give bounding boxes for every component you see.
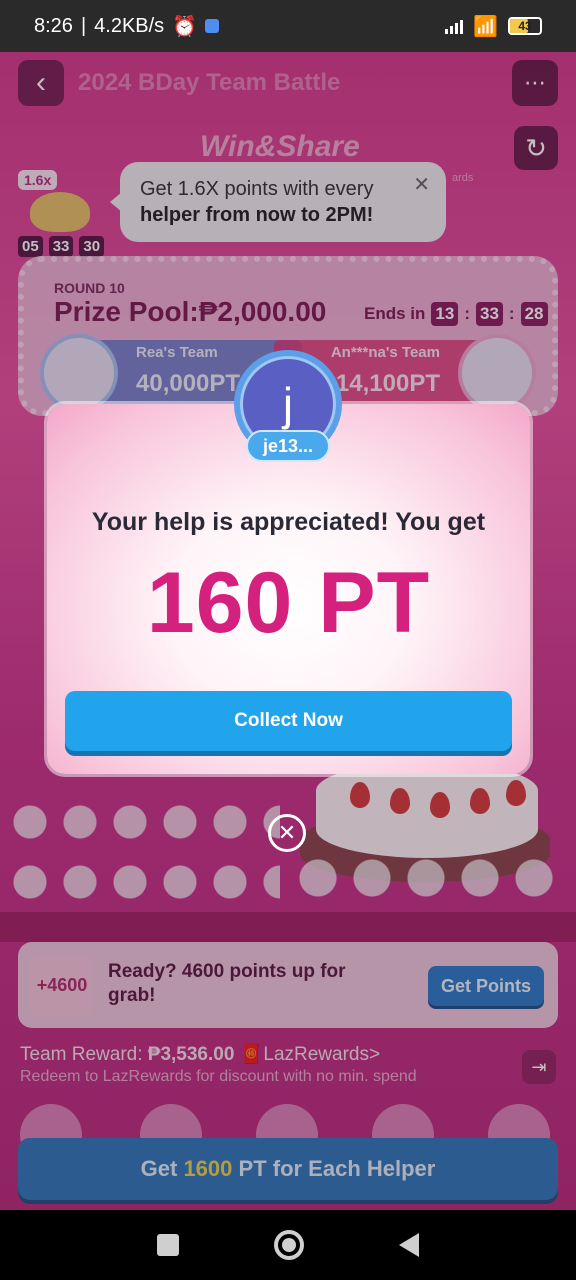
back-nav-button[interactable] — [398, 1233, 419, 1257]
signal-icon — [445, 18, 464, 34]
network-speed: 4.2KB/s — [94, 14, 165, 37]
app-notification-icon — [205, 19, 220, 33]
modal-points: 160 PT — [146, 555, 431, 651]
modal-message: Your help is appreciated! You get — [91, 508, 486, 536]
alarm-icon: ⏰ — [172, 15, 198, 38]
close-modal-icon[interactable]: ✕ — [268, 814, 306, 852]
recent-apps-button[interactable] — [157, 1234, 180, 1256]
home-button[interactable] — [273, 1230, 304, 1260]
wifi-icon: 📶 — [473, 15, 498, 38]
divider: | — [80, 14, 87, 37]
battery-icon: 43 — [508, 17, 542, 35]
helper-username: je13... — [246, 430, 330, 462]
clock: 8:26 — [34, 14, 73, 37]
collect-now-button[interactable]: Collect Now — [65, 691, 512, 751]
status-bar: 8:26 | 4.2KB/s ⏰ 📶 43 — [0, 0, 576, 52]
navigation-bar — [0, 1210, 576, 1280]
